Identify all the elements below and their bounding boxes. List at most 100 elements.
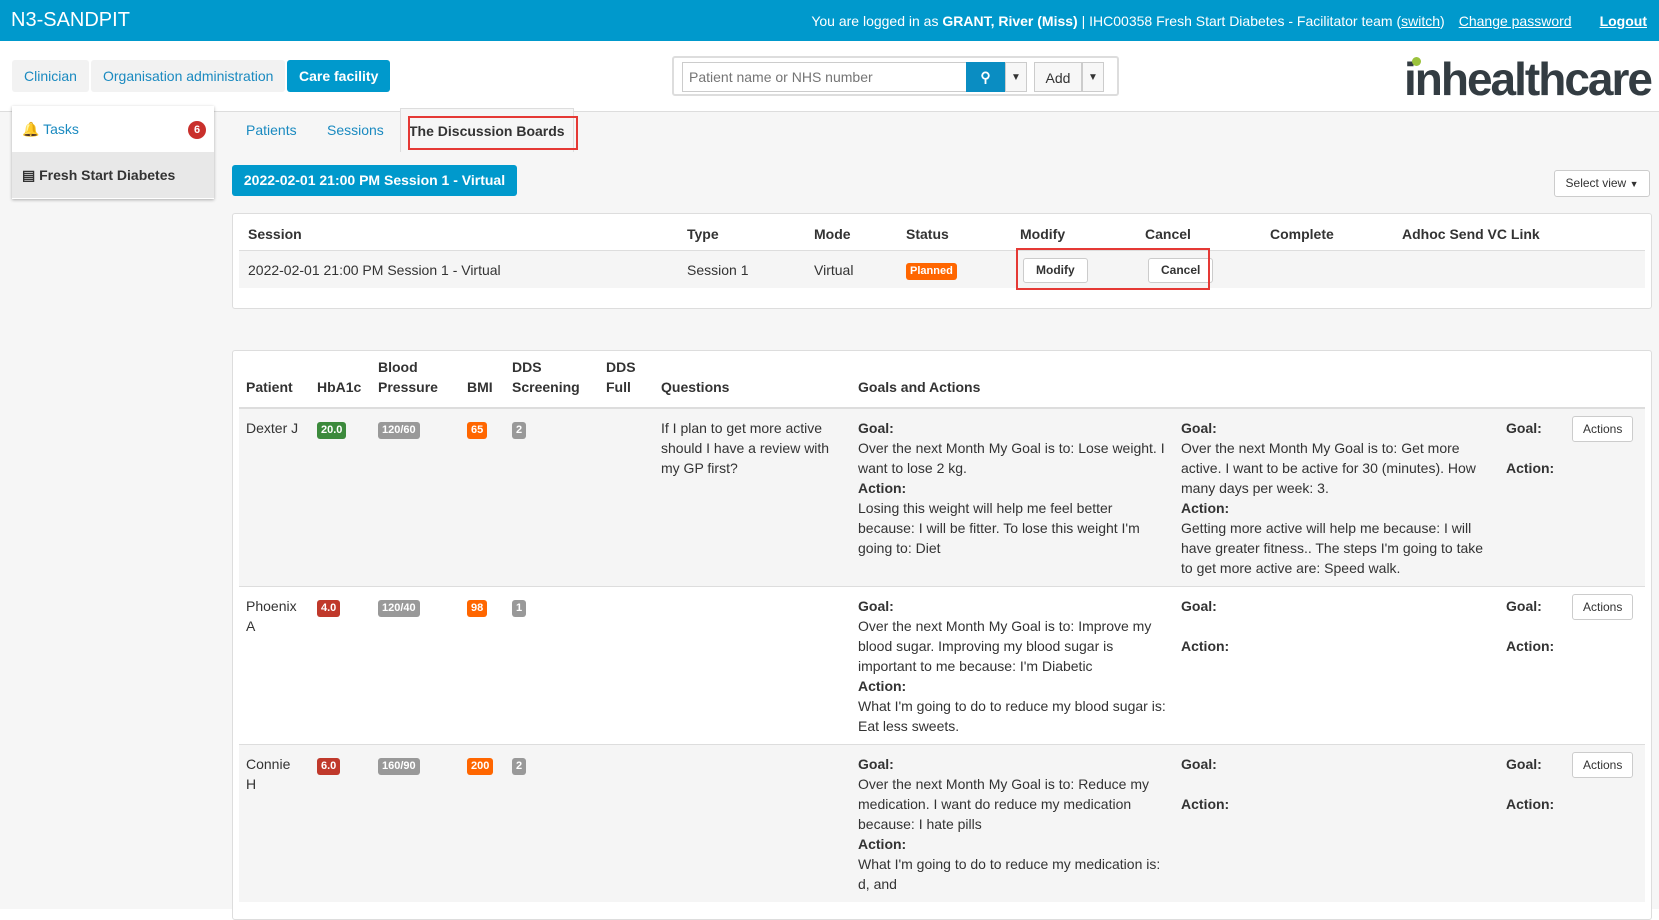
- tab-discussion-boards[interactable]: The Discussion Boards: [400, 108, 574, 152]
- col-goals-actions: Goals and Actions: [851, 357, 1646, 409]
- table-row: Connie H 6.0 160/90 200 2 Goal: Over the …: [239, 744, 1646, 902]
- col-cancel: Cancel: [1145, 226, 1191, 242]
- logout-link[interactable]: Logout: [1600, 13, 1647, 29]
- change-password-link[interactable]: Change password: [1459, 13, 1572, 29]
- actions-button[interactable]: Actions: [1572, 416, 1634, 442]
- goal-1-cell: Goal: Over the next Month My Goal is to: …: [851, 586, 1174, 745]
- tab-patients[interactable]: Patients: [246, 108, 297, 152]
- nav-organisation-administration[interactable]: Organisation administration: [91, 60, 286, 92]
- caret-down-icon: ▼: [1629, 179, 1639, 189]
- select-view-dropdown[interactable]: Select view ▼: [1554, 170, 1650, 197]
- action-label: Action:: [1181, 638, 1230, 654]
- session-row: 2022-02-01 21:00 PM Session 1 - Virtual …: [239, 250, 1645, 288]
- col-hba1c: HbA1c: [310, 357, 371, 409]
- col-patient: Patient: [239, 357, 310, 409]
- modify-button[interactable]: Modify: [1023, 258, 1088, 283]
- session-title-button[interactable]: 2022-02-01 21:00 PM Session 1 - Virtual: [232, 165, 517, 196]
- top-bar: N3-SANDPIT You are logged in as GRANT, R…: [0, 0, 1659, 41]
- bell-icon: 🔔: [22, 121, 40, 137]
- col-blood-pressure: Blood Pressure: [371, 357, 460, 409]
- patient-search-input[interactable]: [682, 62, 966, 92]
- header-row: Patient HbA1c Blood Pressure BMI DDS Scr…: [239, 357, 1646, 409]
- action-label: Action:: [858, 836, 907, 852]
- action-label: Action:: [1506, 796, 1555, 812]
- nav-clinician[interactable]: Clinician: [12, 60, 89, 92]
- questions-text: [654, 586, 851, 745]
- tasks-count-badge: 6: [188, 121, 206, 139]
- hba1c-badge: 20.0: [317, 422, 347, 439]
- team-text: | IHC00358 Fresh Start Diabetes - Facili…: [1077, 13, 1402, 29]
- goal-label: Goal:: [1506, 598, 1542, 614]
- patient-name[interactable]: Dexter J: [239, 407, 310, 587]
- logo-dot: [1412, 57, 1421, 66]
- col-dds-screening: DDS Screening: [505, 357, 599, 409]
- switch-team-link[interactable]: switch: [1401, 13, 1440, 29]
- patient-name[interactable]: Phoenix A: [239, 586, 310, 745]
- goal-2-cell: Goal: Over the next Month My Goal is to: …: [1174, 407, 1499, 587]
- search-icon: ⚲: [980, 69, 991, 85]
- dds-full-cell: [599, 744, 654, 902]
- discussion-board-table: Patient HbA1c Blood Pressure BMI DDS Scr…: [232, 350, 1652, 920]
- action-label: Action:: [1506, 460, 1555, 476]
- tasks-label: Tasks: [43, 121, 79, 137]
- col-bmi: BMI: [460, 357, 505, 409]
- goal-label: Goal:: [1506, 420, 1542, 436]
- goal-text: Over the next Month My Goal is to: Reduc…: [858, 776, 1150, 832]
- goal-label: Goal:: [858, 756, 894, 772]
- caret-down-icon: ▼: [1088, 72, 1098, 83]
- goal-3-cell: Goal: Action:: [1499, 407, 1565, 587]
- col-questions: Questions: [654, 357, 851, 409]
- questions-text: If I plan to get more active should I ha…: [654, 407, 851, 587]
- cancel-button[interactable]: Cancel: [1148, 258, 1214, 283]
- goal-label: Goal:: [1506, 756, 1542, 772]
- search-options-dropdown[interactable]: ▼: [1005, 62, 1027, 92]
- col-modify: Modify: [1020, 226, 1066, 242]
- action-text: Getting more active will help me because…: [1181, 520, 1484, 576]
- patient-name[interactable]: Connie H: [239, 744, 310, 902]
- action-label: Action:: [858, 678, 907, 694]
- session-type: Session 1: [687, 262, 749, 278]
- table-row: Phoenix A 4.0 120/40 98 1 Goal: Over the …: [239, 586, 1646, 745]
- bmi-badge: 98: [467, 600, 488, 617]
- goal-3-cell: Goal: Action:: [1499, 744, 1565, 902]
- dds-badge: 2: [512, 422, 527, 439]
- session-table: Session Type Mode Status Modify Cancel C…: [232, 213, 1652, 309]
- bp-badge: 120/60: [378, 422, 420, 439]
- dds-badge: 2: [512, 758, 527, 775]
- col-complete: Complete: [1270, 226, 1334, 242]
- goal-text: [1181, 616, 1492, 636]
- user-info: You are logged in as GRANT, River (Miss)…: [811, 13, 1647, 29]
- goal-2-cell: Goal: Action:: [1174, 744, 1499, 902]
- bp-badge: 160/90: [378, 758, 420, 775]
- goal-text: Over the next Month My Goal is to: Impro…: [858, 618, 1152, 674]
- actions-button[interactable]: Actions: [1572, 594, 1634, 620]
- goal-label: Goal:: [858, 598, 894, 614]
- add-options-dropdown[interactable]: ▼: [1082, 62, 1104, 92]
- add-button[interactable]: Add: [1034, 62, 1082, 92]
- table-row: Dexter J 20.0 120/60 65 2 If I plan to g…: [239, 407, 1646, 587]
- group-label: Fresh Start Diabetes: [39, 167, 176, 183]
- sidebar-item-fresh-start-diabetes[interactable]: ▤ Fresh Start Diabetes: [12, 152, 214, 198]
- actions-button[interactable]: Actions: [1572, 752, 1634, 778]
- dds-full-cell: [599, 407, 654, 587]
- col-dds-full: DDS Full: [599, 357, 654, 409]
- list-icon: ▤: [22, 167, 36, 183]
- search-button[interactable]: ⚲: [966, 62, 1005, 92]
- action-label: Action:: [1181, 500, 1230, 516]
- tab-sessions[interactable]: Sessions: [327, 108, 384, 152]
- patient-search: ⚲ ▼ Add ▼: [672, 56, 1119, 96]
- questions-text: [654, 744, 851, 902]
- goal-label: Goal:: [858, 420, 894, 436]
- caret-down-icon: ▼: [1011, 72, 1021, 83]
- dds-full-cell: [599, 586, 654, 745]
- action-label: Action:: [1181, 796, 1230, 812]
- action-label: Action:: [1506, 638, 1555, 654]
- col-adhoc-vc-link: Adhoc Send VC Link: [1402, 226, 1540, 242]
- nav-care-facility[interactable]: Care facility: [287, 60, 391, 92]
- goal-1-cell: Goal: Over the next Month My Goal is to: …: [851, 407, 1174, 587]
- goal-text: Over the next Month My Goal is to: Get m…: [1181, 440, 1476, 496]
- session-mode: Virtual: [814, 262, 854, 278]
- action-label: Action:: [858, 480, 907, 496]
- sidebar-item-tasks[interactable]: 🔔 Tasks 6: [12, 106, 214, 152]
- col-mode: Mode: [814, 226, 851, 242]
